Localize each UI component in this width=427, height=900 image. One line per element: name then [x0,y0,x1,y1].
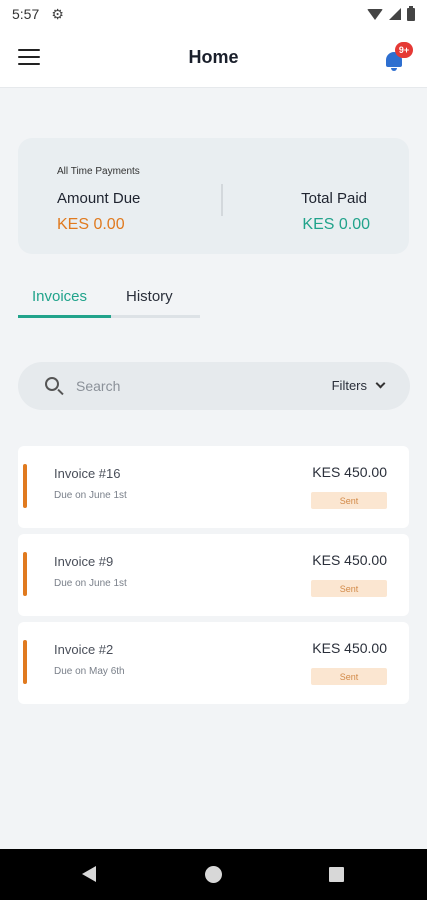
status-time: 5:57 [12,6,40,22]
status-bar: 5:57 ⚙ [0,0,427,28]
status-badge: Sent [311,580,387,597]
invoice-accent-bar [23,552,27,596]
tab-history[interactable]: History [126,288,173,305]
back-icon[interactable] [82,866,96,882]
system-nav-bar [0,849,427,900]
amount-due-label: Amount Due [57,190,141,207]
recent-apps-icon[interactable] [329,867,344,882]
invoice-card[interactable]: Invoice #9 Due on June 1st KES 450.00 Se… [18,534,409,616]
invoice-due-date: Due on June 1st [54,490,127,501]
invoice-card[interactable]: Invoice #2 Due on May 6th KES 450.00 Sen… [18,622,409,704]
invoice-due-date: Due on May 6th [54,666,125,677]
tab-active-indicator [18,315,111,318]
invoice-accent-bar [23,640,27,684]
status-badge: Sent [311,668,387,685]
invoice-card[interactable]: Invoice #16 Due on June 1st KES 450.00 S… [18,446,409,528]
invoice-due-date: Due on June 1st [54,578,127,589]
invoice-title: Invoice #16 [54,466,121,481]
notification-badge: 9+ [395,42,413,58]
status-icons [367,5,415,21]
gear-icon: ⚙ [51,5,64,22]
notifications-button[interactable]: 9+ [383,42,413,72]
invoice-accent-bar [23,464,27,508]
filters-label: Filters [331,378,367,393]
search-bar[interactable]: Filters [18,362,410,410]
summary-caption: All Time Payments [57,166,140,177]
home-icon[interactable] [205,866,222,883]
page-title: Home [188,47,239,67]
total-paid-label: Total Paid [301,190,367,207]
invoice-amount: KES 450.00 [312,464,387,480]
search-input[interactable] [76,376,296,396]
invoice-amount: KES 450.00 [312,640,387,656]
total-paid-value: KES 0.00 [302,216,370,233]
payments-summary-card: All Time Payments Amount Due KES 0.00 To… [18,138,409,254]
summary-divider [221,184,223,216]
invoice-title: Invoice #9 [54,554,114,569]
status-badge: Sent [311,492,387,509]
tab-invoices[interactable]: Invoices [32,288,87,305]
chevron-down-icon [375,378,386,389]
signal-icon [389,8,401,20]
search-icon [45,377,59,391]
amount-due-value: KES 0.00 [57,216,125,233]
invoice-title: Invoice #2 [54,642,114,657]
app-bar: Home 9+ [0,28,427,88]
wifi-icon [367,8,383,20]
battery-icon [407,5,415,21]
tab-bar: Invoices History [18,288,200,318]
filters-button[interactable]: Filters [331,378,386,393]
invoice-amount: KES 450.00 [312,552,387,568]
